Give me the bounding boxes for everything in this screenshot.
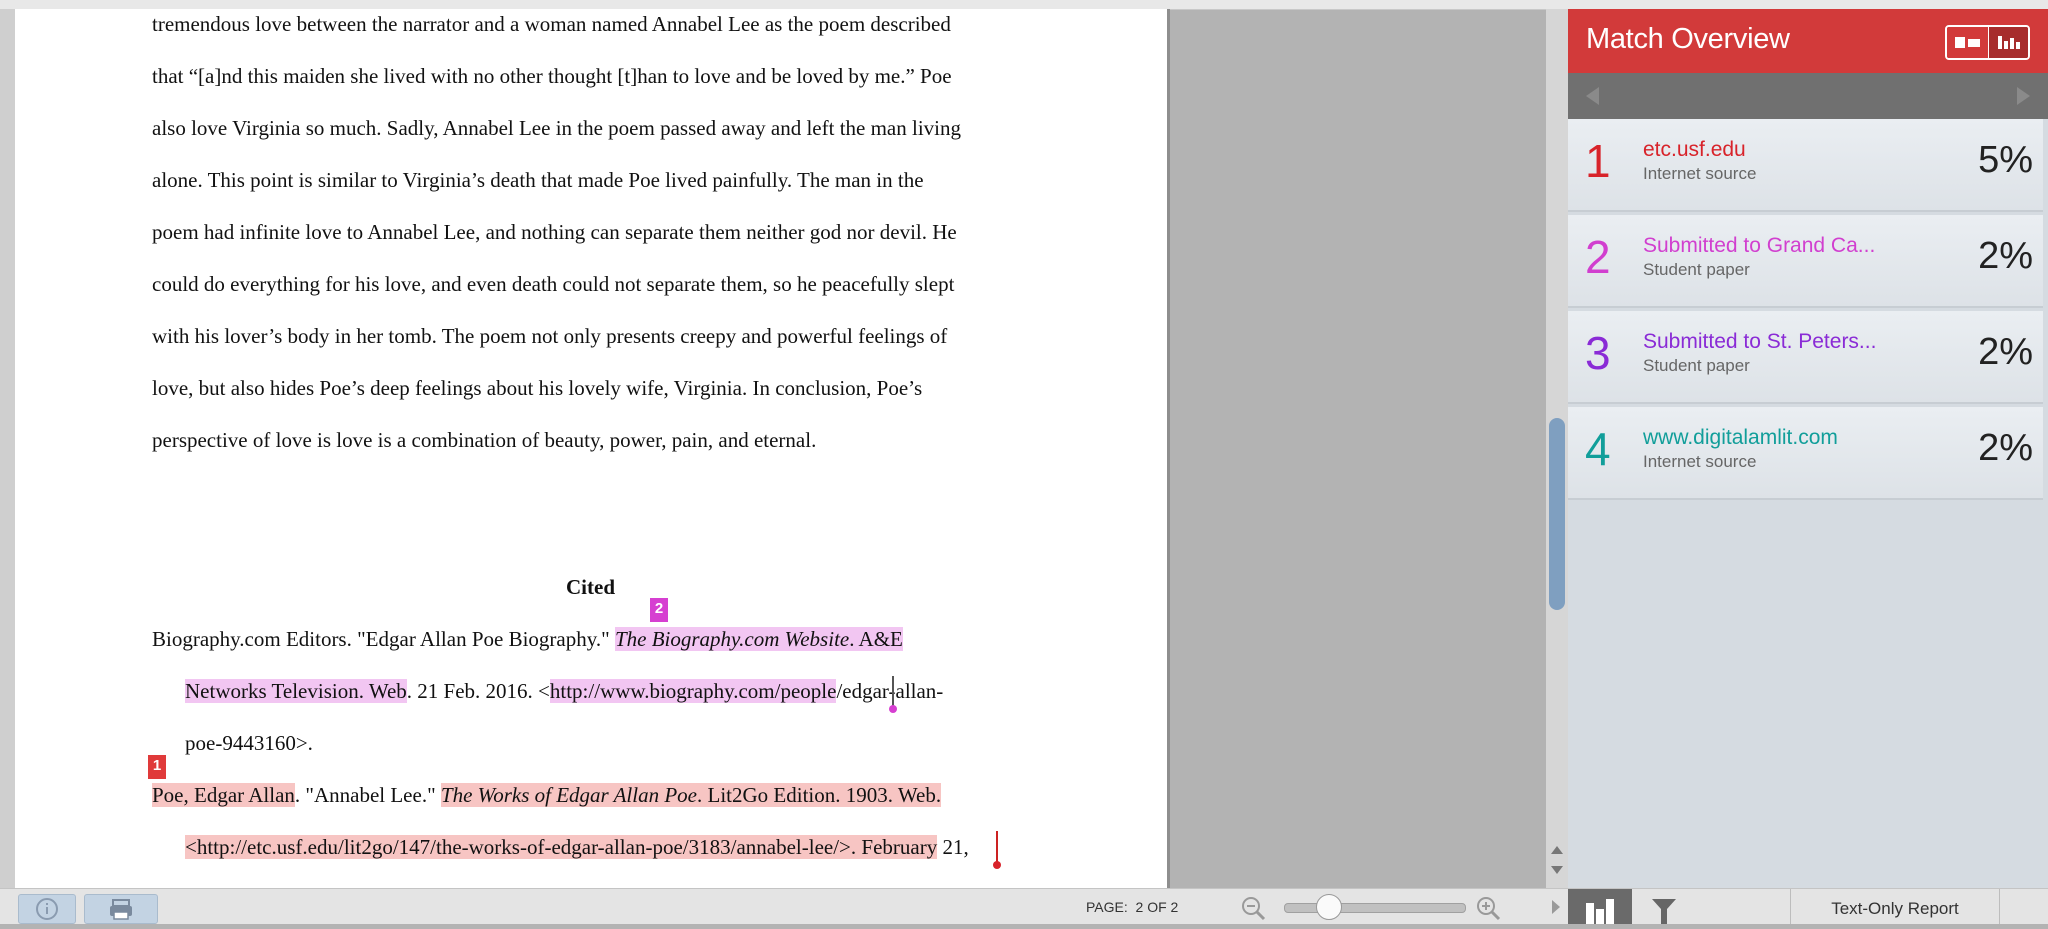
- highlight-match-1[interactable]: The Works of Edgar Allan Poe: [440, 783, 697, 807]
- highlight-match-2[interactable]: Networks Television. Web: [185, 679, 407, 703]
- match-percentage: 2%: [1978, 331, 2033, 373]
- page-label: PAGE:: [1086, 899, 1128, 915]
- panel-title: Match Overview: [1586, 23, 1790, 55]
- citation-1-line-1: Biography.com Editors. "Edgar Allan Poe …: [152, 626, 1152, 652]
- match-row-4[interactable]: 4 www.digitalamlit.com Internet source 2…: [1568, 407, 2043, 500]
- info-button[interactable]: [18, 894, 76, 924]
- highlight-match-1[interactable]: . Lit2Go Edition. 1903. Web.: [697, 783, 942, 807]
- match-percentage: 2%: [1978, 427, 2033, 469]
- match-number: 1: [1585, 135, 1611, 187]
- page-indicator: PAGE: 2 OF 2: [1086, 899, 1178, 915]
- match-row-3[interactable]: 3 Submitted to St. Peters... Student pap…: [1568, 311, 2043, 404]
- document-scrollbar-thumb[interactable]: [1549, 418, 1565, 610]
- print-button[interactable]: [84, 894, 158, 924]
- citation-text: . "Annabel Lee.": [294, 783, 441, 807]
- match-source-name[interactable]: Submitted to St. Peters...: [1643, 330, 1876, 354]
- bar-chart-icon: [1586, 899, 1614, 924]
- printer-icon: [110, 899, 132, 920]
- match-2-end-cursor: [892, 676, 894, 708]
- match-source-name[interactable]: www.digitalamlit.com: [1643, 426, 1838, 450]
- match-overview-panel: Match Overview 1 etc.usf.edu Internet so…: [1568, 9, 2048, 888]
- text-only-report-button[interactable]: Text-Only Report: [1790, 889, 2000, 924]
- info-icon: [36, 898, 58, 920]
- highlight-match-2[interactable]: The Biography.com Website: [614, 627, 850, 651]
- works-cited-heading: Cited: [566, 575, 615, 599]
- match-1-end-dot: [993, 861, 1001, 869]
- match-source-type: Internet source: [1643, 452, 1757, 471]
- match-source-name[interactable]: Submitted to Grand Ca...: [1643, 234, 1875, 258]
- match-1-end-cursor: [996, 831, 998, 864]
- match-marker-2[interactable]: 2: [650, 598, 668, 622]
- bar-chart-icon: [1998, 36, 2020, 49]
- body-line-5: poem had infinite love to Annabel Lee, a…: [152, 220, 957, 244]
- left-gutter: [0, 9, 15, 888]
- citation-text: Biography.com Editors. "Edgar Allan Poe …: [152, 627, 615, 651]
- match-marker-1[interactable]: 1: [148, 755, 166, 779]
- previous-arrow-icon[interactable]: [1586, 87, 1599, 105]
- match-navigation-bar: [1568, 73, 2048, 119]
- citation-1-line-2: Networks Television. Web. 21 Feb. 2016. …: [185, 678, 1167, 704]
- body-line-6: could do everything for his love, and ev…: [152, 272, 955, 296]
- zoom-slider[interactable]: [1284, 903, 1466, 913]
- view-toggle[interactable]: [1945, 25, 2030, 60]
- document-page: tremendous love between the narrator and…: [15, 9, 1170, 888]
- match-2-end-dot: [889, 705, 897, 713]
- match-source-type: Student paper: [1643, 260, 1750, 279]
- citation-2-line-1: Poe, Edgar Allan. "Annabel Lee." The Wor…: [152, 782, 1152, 808]
- tab-filters[interactable]: [1632, 889, 1696, 924]
- match-row-1[interactable]: 1 etc.usf.edu Internet source 5%: [1568, 119, 2043, 212]
- filter-icon: [1652, 899, 1676, 924]
- citation-text: . 21 Feb. 2016. <: [406, 679, 550, 703]
- highlight-match-1[interactable]: <http://etc.usf.edu/lit2go/147/the-works…: [185, 835, 938, 859]
- body-line-8: love, but also hides Poe’s deep feelings…: [152, 376, 923, 400]
- match-source-name[interactable]: etc.usf.edu: [1643, 138, 1746, 162]
- panel-header: Match Overview: [1568, 9, 2048, 73]
- citation-text: 21,: [937, 835, 969, 859]
- highlight-match-2[interactable]: http://www.biography.com/people: [549, 679, 837, 703]
- match-percentage: 5%: [1978, 139, 2033, 181]
- citation-1-line-3: poe-9443160>.: [185, 731, 313, 755]
- citation-2-line-2: <http://etc.usf.edu/lit2go/147/the-works…: [185, 834, 1167, 860]
- citation-text: /edgar-allan-: [836, 679, 944, 703]
- body-line-3: also love Virginia so much. Sadly, Annab…: [152, 116, 962, 140]
- tab-match-overview[interactable]: [1568, 889, 1632, 924]
- zoom-out-icon[interactable]: [1240, 895, 1266, 921]
- body-line-9: perspective of love is love is a combina…: [152, 428, 817, 452]
- match-number: 4: [1585, 423, 1611, 475]
- match-row-2[interactable]: 2 Submitted to Grand Ca... Student paper…: [1568, 215, 2043, 308]
- body-line-1: tremendous love between the narrator and…: [152, 12, 951, 36]
- highlight-match-1[interactable]: Poe, Edgar Allan: [152, 783, 295, 807]
- scroll-up-arrow-icon[interactable]: [1551, 846, 1563, 854]
- bottom-toolbar: PAGE: 2 OF 2 Text-Only Report: [0, 888, 2048, 924]
- body-line-4: alone. This point is similar to Virginia…: [152, 168, 924, 192]
- body-line-2: that “[a]nd this maiden she lived with n…: [152, 64, 952, 88]
- page-value: 2 OF 2: [1135, 899, 1179, 915]
- zoom-in-icon[interactable]: [1475, 895, 1501, 921]
- match-source-type: Student paper: [1643, 356, 1750, 375]
- match-source-type: Internet source: [1643, 164, 1757, 183]
- zoom-slider-handle[interactable]: [1316, 894, 1342, 920]
- list-view-button[interactable]: [1947, 27, 1988, 58]
- panel-expand-arrow-icon[interactable]: [1550, 898, 1562, 916]
- match-number: 3: [1585, 327, 1611, 379]
- match-percentage: 2%: [1978, 235, 2033, 277]
- match-number: 2: [1585, 231, 1611, 283]
- highlight-match-2[interactable]: . A&E: [849, 627, 903, 651]
- body-line-7: with his lover’s body in her tomb. The p…: [152, 324, 948, 348]
- next-arrow-icon[interactable]: [2017, 87, 2030, 105]
- list-view-icon: [1955, 37, 1980, 48]
- chart-view-button[interactable]: [1988, 27, 2028, 58]
- scroll-down-arrow-icon[interactable]: [1551, 866, 1563, 874]
